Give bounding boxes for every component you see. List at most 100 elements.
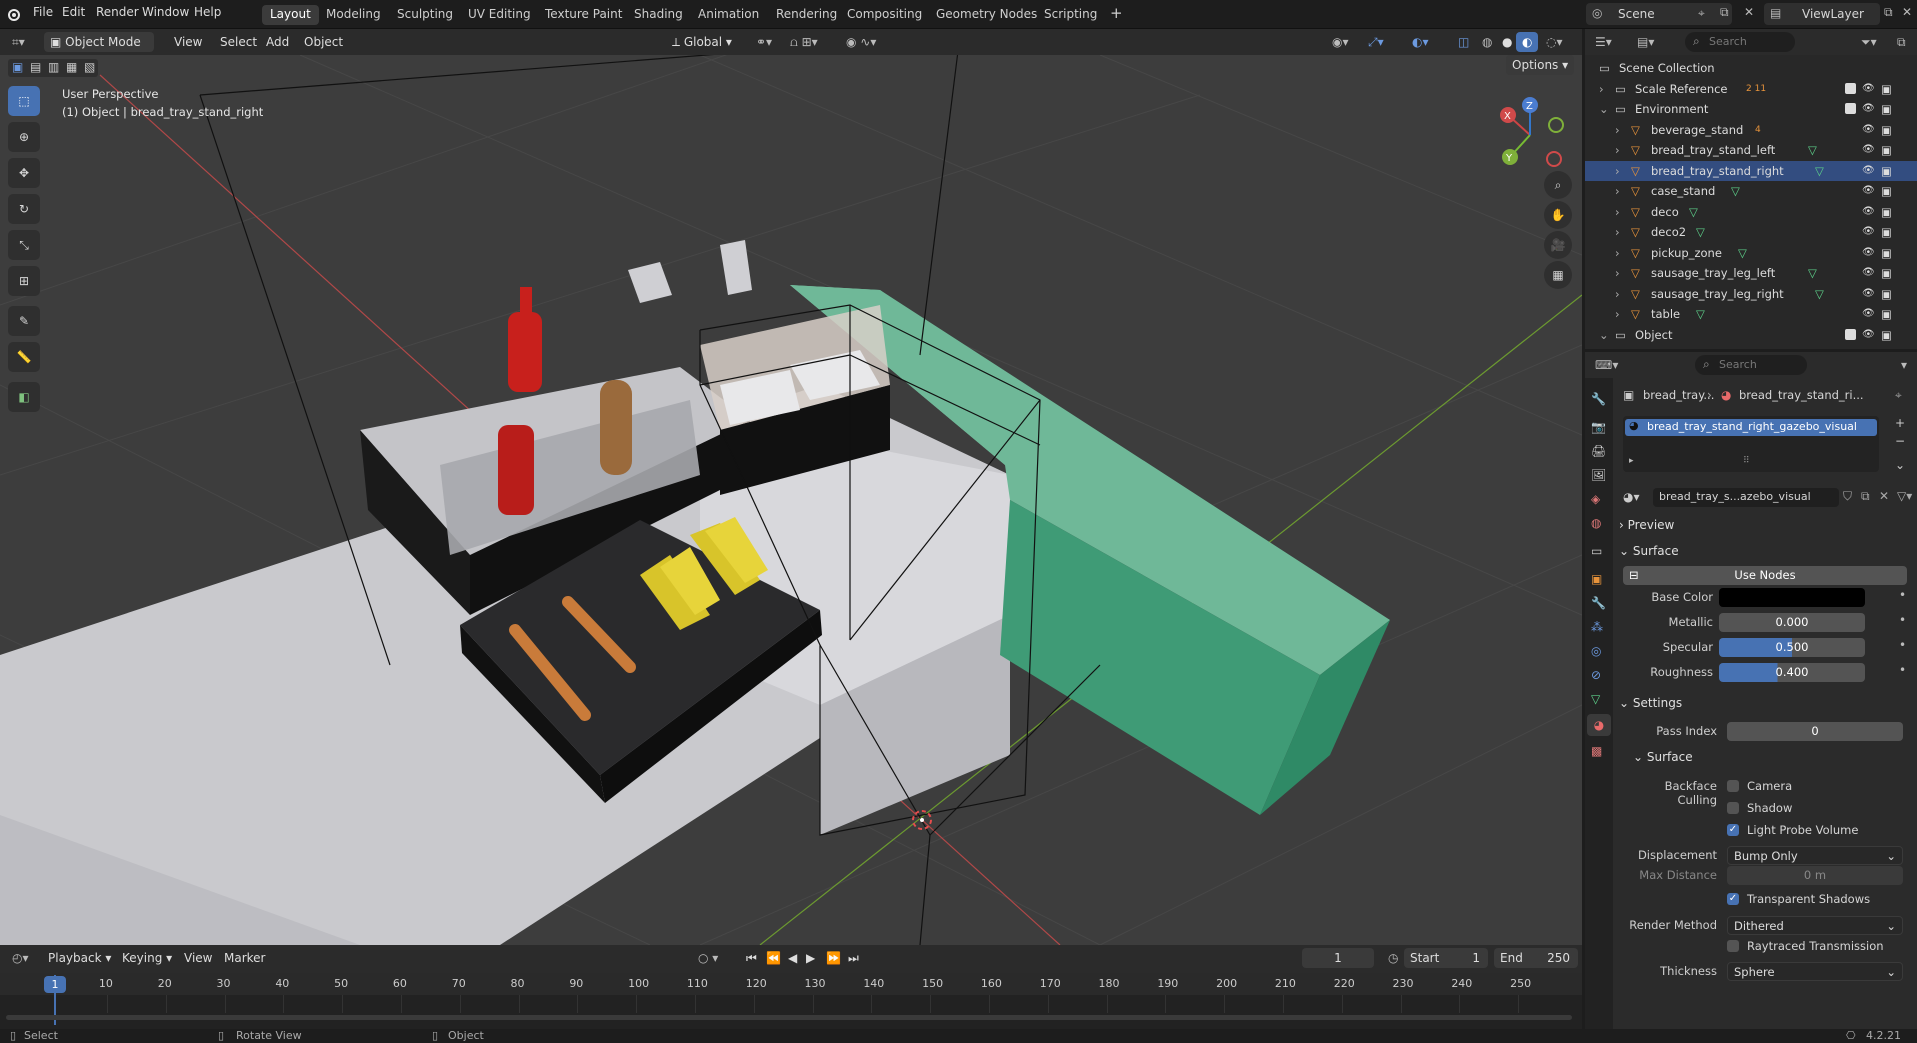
- new-scene-icon[interactable]: ⧉: [1720, 5, 1729, 20]
- material-name-field[interactable]: bread_tray_s...azebo_visual: [1653, 488, 1839, 507]
- tool-move[interactable]: ✥: [8, 158, 40, 188]
- exclude-checkbox[interactable]: [1845, 328, 1856, 340]
- add-slot-icon[interactable]: +: [1895, 416, 1905, 430]
- tool-scale[interactable]: ⤡: [8, 230, 40, 260]
- outliner-badge[interactable]: 4: [1755, 120, 1761, 140]
- outliner-row[interactable]: › ▽ deco2 ▽ 👁 ▣: [1585, 222, 1917, 242]
- tab-shading[interactable]: Shading: [626, 5, 691, 25]
- data-tab-icon[interactable]: ▽: [1591, 692, 1600, 706]
- render-camera-icon[interactable]: ▣: [1881, 161, 1892, 181]
- clock-icon[interactable]: ◷: [1382, 948, 1404, 968]
- visibility-eye-icon[interactable]: 👁: [1862, 222, 1875, 242]
- menu-playback[interactable]: Playback ▾: [42, 948, 117, 968]
- duplicate-material-icon[interactable]: ⧉: [1861, 489, 1870, 504]
- render-camera-icon[interactable]: ▣: [1881, 284, 1892, 304]
- disclosure-chevron-icon[interactable]: ⌄: [1599, 325, 1609, 345]
- disclosure-chevron-icon[interactable]: ›: [1615, 284, 1620, 304]
- select-invert-icon[interactable]: ▦: [66, 60, 77, 74]
- editor-type-icon[interactable]: ⌗▾: [6, 32, 31, 52]
- tab-rendering[interactable]: Rendering: [768, 5, 845, 25]
- render-tab-icon[interactable]: 📷: [1591, 420, 1606, 434]
- visibility-eye-icon[interactable]: 👁: [1862, 120, 1875, 140]
- preview-panel-header[interactable]: › Preview: [1619, 514, 1911, 536]
- outliner-badge[interactable]: 7: [1699, 345, 1705, 349]
- pin-icon[interactable]: ⌖: [1895, 388, 1902, 403]
- transparent-shadows-checkbox[interactable]: ✓: [1727, 893, 1739, 905]
- tool-rotate[interactable]: ↻: [8, 194, 40, 224]
- navigation-gizmo[interactable]: X Y Z: [1490, 95, 1570, 175]
- render-camera-icon[interactable]: ▣: [1881, 99, 1892, 119]
- shadow-checkbox[interactable]: [1727, 802, 1739, 814]
- settings-panel-header[interactable]: ⌄ Settings: [1619, 692, 1911, 714]
- select-mode-buttons[interactable]: ▣ ▤ ▥ ▦ ▧: [8, 59, 98, 77]
- camera-checkbox[interactable]: [1727, 780, 1739, 792]
- add-workspace-button[interactable]: +: [1102, 2, 1131, 22]
- new-view-layer-icon[interactable]: ⧉: [1884, 5, 1893, 20]
- tab-modeling[interactable]: Modeling: [318, 5, 389, 25]
- pin-icon[interactable]: ⌖: [1698, 6, 1705, 21]
- delete-scene-icon[interactable]: ✕: [1744, 5, 1754, 19]
- render-camera-icon[interactable]: ▣: [1881, 202, 1892, 222]
- mesh-data-icon[interactable]: ▽: [1815, 284, 1824, 304]
- pass-index-field[interactable]: 0: [1727, 722, 1903, 741]
- jump-end-icon[interactable]: ⏭: [842, 948, 865, 968]
- delete-view-layer-icon[interactable]: ✕: [1902, 5, 1912, 19]
- constraints-tab-icon[interactable]: ⊘: [1591, 668, 1601, 682]
- new-collection-icon[interactable]: ⧉: [1891, 32, 1912, 52]
- orientation-selector[interactable]: ⟂ Global ▾: [666, 32, 738, 52]
- visibility-eye-icon[interactable]: 👁: [1862, 161, 1875, 181]
- pan-hand-icon[interactable]: ✋: [1544, 201, 1572, 229]
- visibility-eye-icon[interactable]: 👁: [1862, 304, 1875, 324]
- mesh-data-icon[interactable]: ▽: [1815, 161, 1824, 181]
- visibility-eye-icon[interactable]: 👁: [1862, 79, 1875, 99]
- material-tab-icon[interactable]: ◕: [1587, 714, 1611, 736]
- properties-editor-icon[interactable]: ⌨▾: [1589, 355, 1624, 375]
- outliner-row[interactable]: › ▽ bread1 7 👁 ▣: [1585, 345, 1917, 349]
- outliner-row[interactable]: ⌄ ▭ Environment 👁 ▣: [1585, 99, 1917, 119]
- tool-tab-icon[interactable]: 🔧: [1591, 392, 1606, 406]
- menu-edit[interactable]: Edit: [62, 5, 85, 19]
- mesh-data-icon[interactable]: ▽: [1696, 222, 1705, 242]
- tool-measure[interactable]: 📏: [8, 342, 40, 372]
- select-intersect-icon[interactable]: ▧: [84, 60, 95, 74]
- outliner-editor-icon[interactable]: ☰▾: [1589, 32, 1618, 52]
- base-color-keyframe-icon[interactable]: •: [1899, 588, 1906, 602]
- base-color-swatch[interactable]: [1719, 588, 1865, 607]
- tool-select[interactable]: ⬚: [8, 86, 40, 116]
- menu-help[interactable]: Help: [194, 5, 221, 19]
- tool-add-cube[interactable]: ◧: [8, 382, 40, 412]
- modifier-tab-icon[interactable]: 🔧: [1591, 596, 1606, 610]
- zoom-icon[interactable]: ⌕: [1544, 171, 1572, 199]
- disclosure-chevron-icon[interactable]: ›: [1615, 243, 1620, 263]
- visibility-eye-icon[interactable]: 👁: [1862, 345, 1875, 349]
- snap-icon[interactable]: ⩍ ⊞▾: [784, 32, 824, 52]
- 3d-viewport[interactable]: ▣ ▤ ▥ ▦ ▧ ⬚ ⊕ ✥ ↻ ⤡ ⊞ ✎ 📏 ◧ User Perspec…: [0, 55, 1582, 945]
- shading-rendered-icon[interactable]: ◌▾: [1540, 32, 1569, 52]
- outliner-row[interactable]: ▭ Scene Collection: [1585, 58, 1917, 78]
- outliner-row[interactable]: › ▽ sausage_tray_leg_left ▽ 👁 ▣: [1585, 263, 1917, 283]
- menu-object[interactable]: Object: [298, 32, 349, 52]
- roughness-keyframe-icon[interactable]: •: [1899, 663, 1906, 677]
- disclosure-chevron-icon[interactable]: ›: [1615, 222, 1620, 242]
- tab-animation[interactable]: Animation: [690, 5, 767, 25]
- render-camera-icon[interactable]: ▣: [1881, 304, 1892, 324]
- view-layer-selector[interactable]: ▤ ViewLayer: [1764, 3, 1880, 25]
- tab-layout[interactable]: Layout: [262, 5, 319, 25]
- select-box-icon[interactable]: ▣: [12, 60, 23, 74]
- tab-sculpting[interactable]: Sculpting: [389, 5, 461, 25]
- visibility-eye-icon[interactable]: 👁: [1862, 243, 1875, 263]
- raytraced-checkbox[interactable]: [1727, 940, 1739, 952]
- scene-selector[interactable]: ◎ Scene ⌖: [1586, 3, 1732, 25]
- blender-logo-icon[interactable]: [6, 6, 22, 22]
- output-tab-icon[interactable]: 🖨: [1591, 444, 1606, 458]
- outliner-row[interactable]: ⌄ ▭ Object 👁 ▣: [1585, 325, 1917, 345]
- outliner-search[interactable]: ⌕ Search: [1685, 32, 1795, 52]
- outliner-row[interactable]: › ▽ pickup_zone ▽ 👁 ▣: [1585, 243, 1917, 263]
- metallic-field[interactable]: 0.000: [1719, 613, 1865, 632]
- outliner-row[interactable]: › ▽ case_stand ▽ 👁 ▣: [1585, 181, 1917, 201]
- outliner-row[interactable]: › ▽ beverage_stand 4 👁 ▣: [1585, 120, 1917, 140]
- render-method-dropdown[interactable]: Dithered ⌄: [1727, 916, 1903, 935]
- exclude-checkbox[interactable]: [1845, 82, 1856, 94]
- disclosure-chevron-icon[interactable]: ›: [1615, 304, 1620, 324]
- menu-keying[interactable]: Keying ▾: [116, 948, 178, 968]
